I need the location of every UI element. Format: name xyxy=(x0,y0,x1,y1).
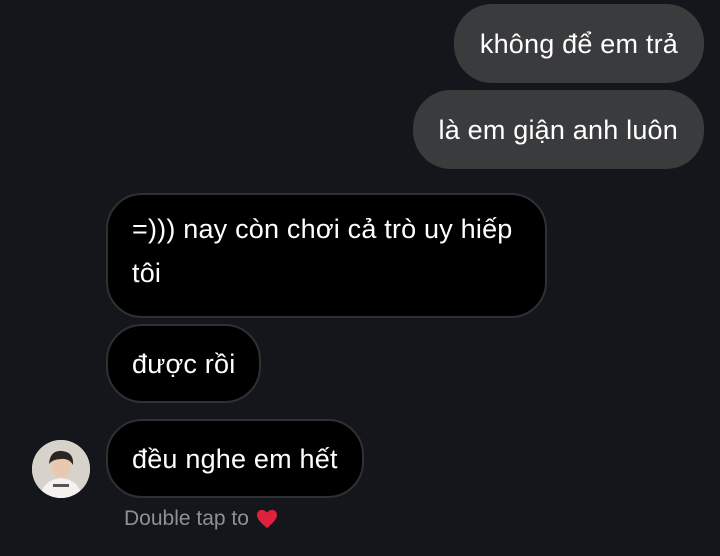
reaction-hint-text: Double tap to xyxy=(124,507,249,530)
message-text: đều nghe em hết xyxy=(132,443,338,474)
received-message-bubble[interactable]: =))) nay còn chơi cả trò uy hiếp tôi xyxy=(106,193,547,318)
message-text: không để em trả xyxy=(479,28,678,59)
received-message-bubble[interactable]: đều nghe em hết xyxy=(106,419,364,498)
heart-icon xyxy=(256,509,277,529)
received-message-bubble[interactable]: được rồi xyxy=(106,324,262,403)
reaction-hint: Double tap to xyxy=(124,507,278,531)
message-text: =))) nay còn chơi cả trò uy hiếp tôi xyxy=(132,214,513,288)
sent-message-bubble[interactable]: không để em trả xyxy=(453,4,704,83)
avatar[interactable] xyxy=(32,440,90,498)
message-text: được rồi xyxy=(132,348,236,379)
avatar-image xyxy=(32,440,90,498)
message-text: là em giận anh luôn xyxy=(438,114,678,145)
sent-message-bubble[interactable]: là em giận anh luôn xyxy=(412,90,704,169)
